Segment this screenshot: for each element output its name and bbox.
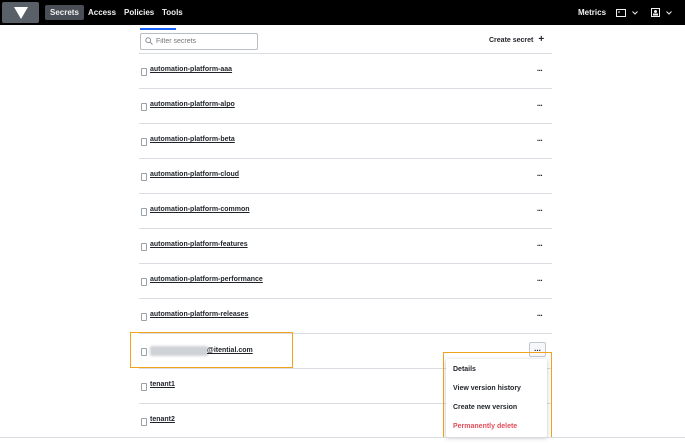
more-options-button[interactable]: ... — [534, 169, 545, 181]
search-icon — [145, 37, 153, 45]
menu-item-view-version-history[interactable]: View version history — [453, 385, 521, 392]
document-icon — [141, 418, 147, 426]
document-icon — [141, 243, 147, 251]
nav-metrics[interactable]: Metrics — [578, 5, 606, 20]
secret-link[interactable]: tenant2 — [150, 416, 175, 423]
plus-icon: + — [538, 34, 545, 45]
nav-policies[interactable]: Policies — [119, 5, 159, 20]
document-icon — [141, 68, 147, 76]
secret-link[interactable]: automation-platform-releases — [150, 311, 248, 318]
filter-secrets-field[interactable] — [140, 33, 258, 50]
document-icon — [141, 138, 147, 146]
secret-row[interactable]: automation-platform-aaa ... — [139, 53, 552, 88]
more-options-button[interactable]: ... — [534, 99, 545, 111]
secret-link[interactable]: automation-platform-common — [150, 206, 250, 213]
active-tab-indicator — [140, 28, 176, 30]
document-icon — [141, 383, 147, 391]
nav-access[interactable]: Access — [83, 5, 121, 20]
filter-secrets-input[interactable] — [156, 35, 254, 48]
row-context-menu: Details View version history Create new … — [446, 359, 547, 437]
create-secret-button[interactable]: Create secret + — [489, 34, 545, 45]
more-options-button[interactable]: ... — [534, 309, 545, 321]
create-secret-label: Create secret — [489, 36, 534, 44]
nav-secrets[interactable]: Secrets — [45, 5, 84, 20]
divider — [0, 437, 685, 438]
more-options-button[interactable]: ... — [534, 64, 545, 76]
menu-item-create-new-version[interactable]: Create new version — [453, 404, 517, 411]
menu-item-permanently-delete[interactable]: Permanently delete — [453, 423, 517, 430]
document-icon — [141, 103, 147, 111]
secret-row[interactable]: automation-platform-alpo ... — [139, 88, 552, 123]
secret-row[interactable]: automation-platform-common ... — [139, 193, 552, 228]
secret-link[interactable]: automation-platform-features — [150, 241, 248, 248]
more-options-button[interactable]: ... — [534, 134, 545, 146]
highlight-annotation-row — [130, 332, 293, 368]
user-icon — [651, 8, 660, 17]
vault-logo[interactable] — [2, 2, 39, 23]
nav-tools[interactable]: Tools — [157, 5, 188, 20]
secret-row[interactable]: automation-platform-releases ... — [139, 298, 552, 333]
more-options-button[interactable]: ... — [534, 274, 545, 286]
document-icon — [141, 313, 147, 321]
vault-triangle-icon — [13, 6, 28, 19]
secret-link[interactable]: automation-platform-alpo — [150, 101, 235, 108]
secret-link[interactable]: automation-platform-beta — [150, 136, 235, 143]
document-icon — [141, 208, 147, 216]
document-icon — [141, 278, 147, 286]
document-icon — [141, 173, 147, 181]
more-options-button[interactable]: ... — [534, 204, 545, 216]
secret-link[interactable]: automation-platform-aaa — [150, 66, 232, 73]
chevron-down-icon — [666, 10, 672, 15]
secret-row[interactable]: automation-platform-features ... — [139, 228, 552, 263]
secret-row[interactable]: automation-platform-beta ... — [139, 123, 552, 158]
terminal-icon — [616, 8, 626, 17]
secret-link[interactable]: automation-platform-cloud — [150, 171, 239, 178]
more-options-button[interactable]: ... — [534, 239, 545, 251]
chevron-down-icon — [632, 10, 638, 15]
secret-link[interactable]: tenant1 — [150, 381, 175, 388]
user-menu-button[interactable] — [651, 6, 672, 19]
top-navigation-bar: Secrets Access Policies Tools Metrics — [0, 0, 685, 25]
console-menu-button[interactable] — [616, 6, 638, 19]
secret-row[interactable]: automation-platform-cloud ... — [139, 158, 552, 193]
secret-link[interactable]: automation-platform-performance — [150, 276, 263, 283]
secret-row[interactable]: automation-platform-performance ... — [139, 263, 552, 298]
menu-item-details[interactable]: Details — [453, 366, 476, 373]
